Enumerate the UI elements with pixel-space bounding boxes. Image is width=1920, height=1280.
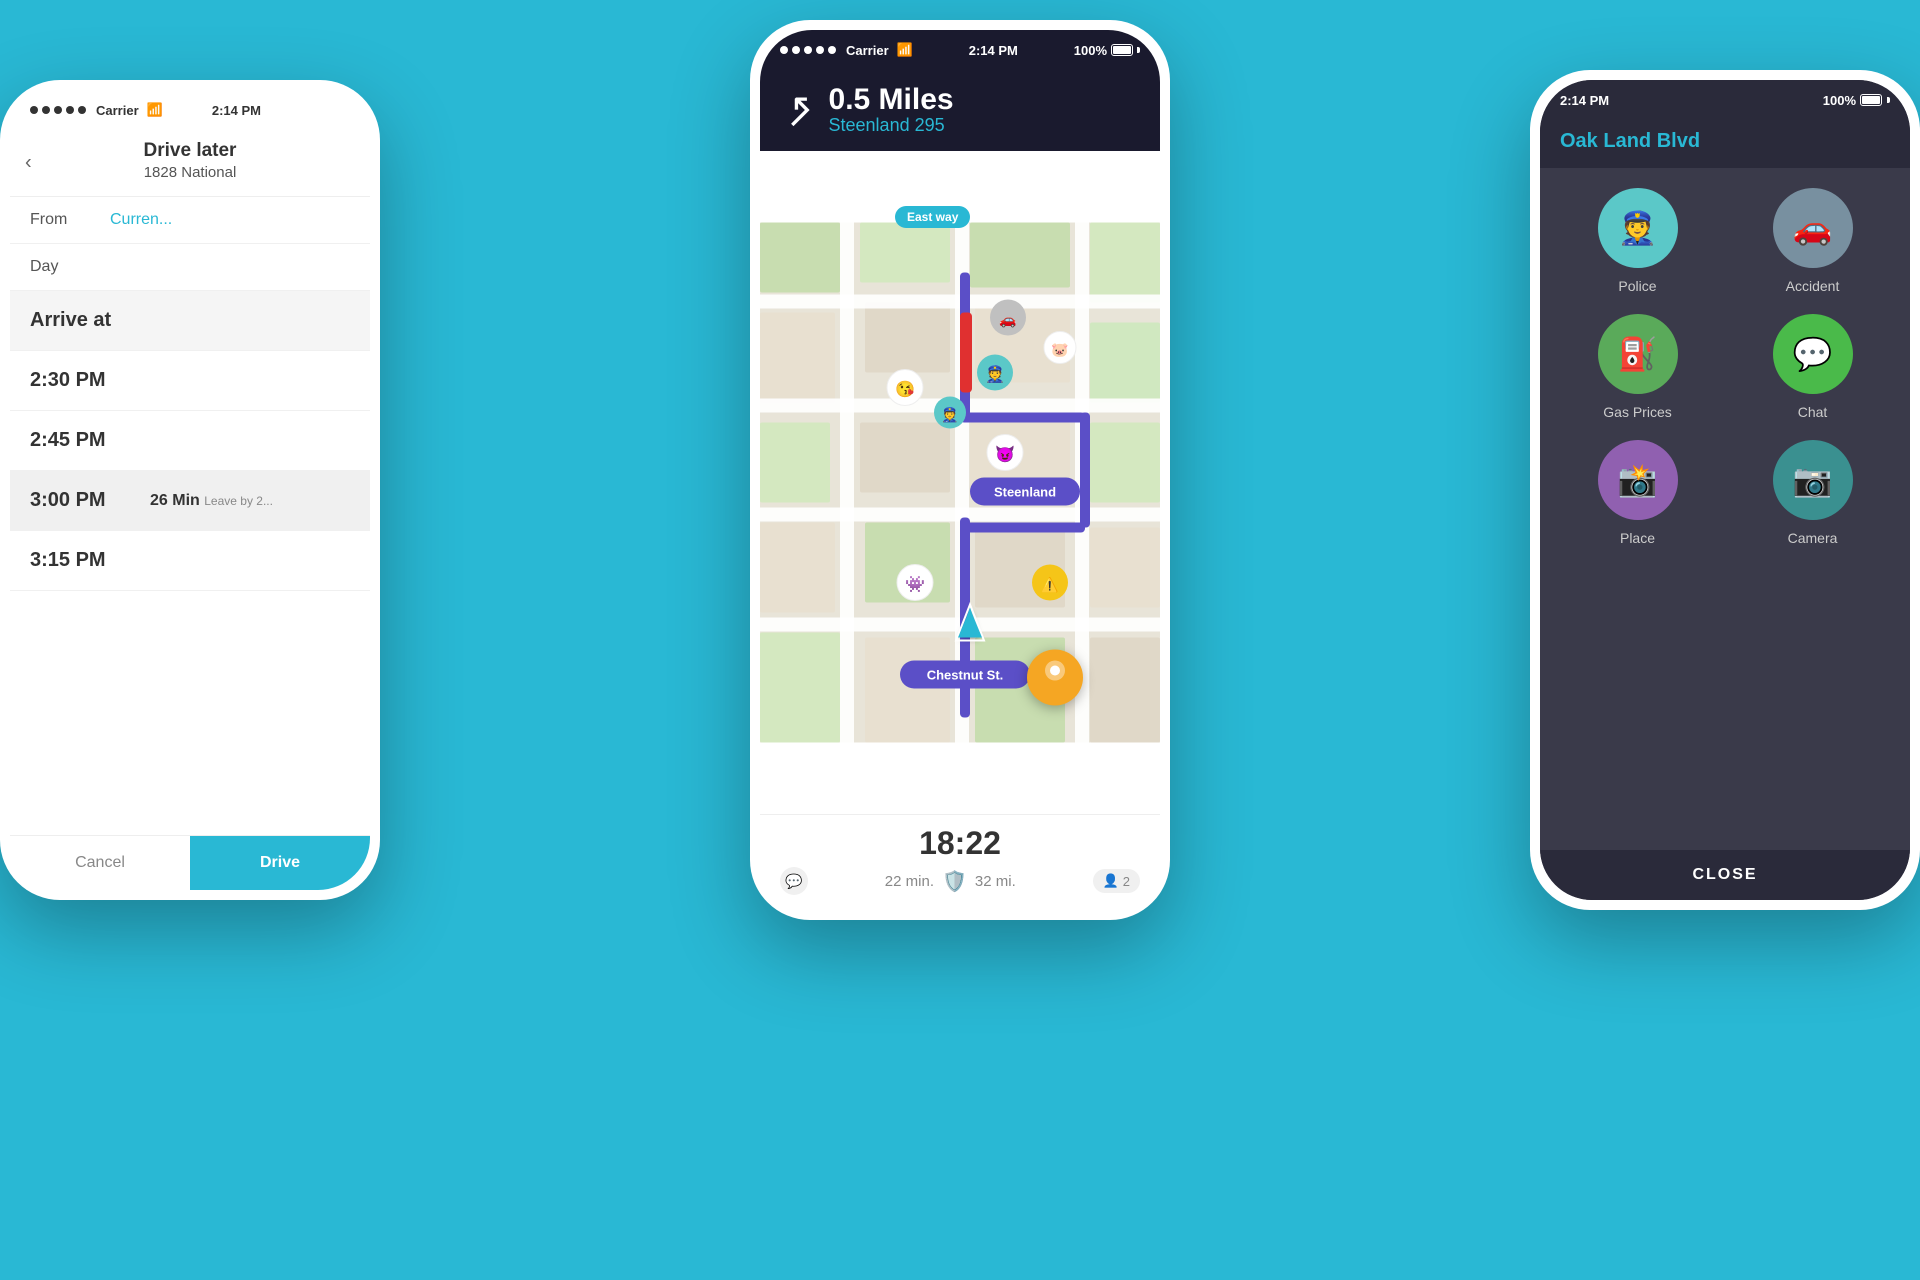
- from-value[interactable]: Curren...: [110, 211, 172, 229]
- time-center: 2:14 PM: [969, 43, 1018, 58]
- status-bar-center: Carrier 📶 2:14 PM 100%: [760, 30, 1160, 70]
- arrive-at-label: Arrive at: [30, 309, 150, 332]
- svg-text:👮: 👮: [985, 365, 1005, 384]
- map-svg: East way East way Steenland Chestnut St.…: [760, 151, 1160, 814]
- drive-later-title: Drive later: [30, 140, 350, 162]
- day-row[interactable]: Day: [10, 244, 370, 291]
- menu-item-gas[interactable]: ⛽ Gas Prices: [1560, 314, 1715, 420]
- accident-label: Accident: [1786, 278, 1840, 294]
- police-emoji: 👮: [1618, 209, 1658, 247]
- from-label: From: [30, 211, 110, 229]
- leave-by: Leave by 2...: [204, 494, 273, 508]
- carrier-center: Carrier: [846, 43, 889, 58]
- place-label: Place: [1620, 530, 1655, 546]
- carrier-label-left: Carrier: [96, 103, 139, 118]
- close-bar: CLOSE: [1540, 850, 1910, 900]
- time-315: 3:15 PM: [30, 549, 150, 572]
- svg-text:👾: 👾: [905, 576, 925, 594]
- east-way-label: East way: [895, 206, 970, 228]
- phone-center: Carrier 📶 2:14 PM 100% ↱ 0.5 Miles Steen…: [750, 20, 1170, 920]
- back-button[interactable]: ‹: [25, 152, 32, 175]
- svg-text:😘: 😘: [895, 381, 915, 399]
- persons-badge: 👤2: [1093, 869, 1140, 893]
- eta-minutes: 22 min.: [885, 873, 934, 890]
- menu-item-place[interactable]: 📸 Place: [1560, 440, 1715, 546]
- svg-text:Chestnut St.: Chestnut St.: [927, 668, 1004, 683]
- camera-label: Camera: [1788, 530, 1838, 546]
- gas-icon-circle: ⛽: [1598, 314, 1678, 394]
- nav-distance: 0.5 Miles: [829, 85, 954, 115]
- time-row-315[interactable]: 3:15 PM: [10, 531, 370, 591]
- signal-dots: [30, 106, 86, 114]
- menu-item-chat[interactable]: 💬 Chat: [1735, 314, 1890, 420]
- close-button[interactable]: CLOSE: [1556, 866, 1894, 884]
- eta-miles: 32 mi.: [975, 873, 1016, 890]
- from-row: From Curren...: [10, 197, 370, 244]
- time-245: 2:45 PM: [30, 429, 150, 452]
- address-subtitle: 1828 National: [30, 164, 350, 181]
- svg-text:Steenland: Steenland: [994, 485, 1056, 500]
- drive-button[interactable]: Drive: [190, 836, 370, 890]
- left-header: ‹ Drive later 1828 National: [10, 130, 370, 197]
- time-row-230[interactable]: 2:30 PM: [10, 351, 370, 411]
- status-bar-right: 2:14 PM 100%: [1540, 80, 1910, 120]
- accident-emoji: 🚗: [1793, 209, 1833, 247]
- svg-text:⚠️: ⚠️: [1041, 577, 1058, 594]
- battery-pct-right: 100%: [1823, 93, 1856, 108]
- menu-item-police[interactable]: 👮 Police: [1560, 188, 1715, 294]
- place-emoji: 📸: [1618, 461, 1658, 499]
- cancel-button[interactable]: Cancel: [10, 836, 190, 890]
- place-icon-circle: 📸: [1598, 440, 1678, 520]
- time-right: 2:14 PM: [1560, 93, 1609, 108]
- status-bar-left: Carrier 📶 2:14 PM: [10, 90, 370, 130]
- street-name: Oak Land Blvd: [1560, 130, 1890, 153]
- svg-text:👮: 👮: [941, 406, 958, 424]
- navigation-bar: ↱ 0.5 Miles Steenland 295: [760, 70, 1160, 151]
- travel-time: 26 Min: [150, 492, 200, 509]
- accident-icon-circle: 🚗: [1773, 188, 1853, 268]
- gas-label: Gas Prices: [1603, 404, 1671, 420]
- turn-arrow-icon: ↱: [769, 82, 825, 138]
- time-left: 2:14 PM: [212, 103, 261, 118]
- time-230: 2:30 PM: [30, 369, 150, 392]
- time-300: 3:00 PM: [30, 489, 150, 512]
- center-bottom-bar: 18:22 💬 22 min. 🛡️ 32 mi. 👤2: [760, 814, 1160, 910]
- chat-icon[interactable]: 💬: [780, 867, 808, 895]
- menu-item-accident[interactable]: 🚗 Accident: [1735, 188, 1890, 294]
- svg-text:🐷: 🐷: [1051, 342, 1068, 359]
- action-bar-left: Cancel Drive: [10, 835, 370, 890]
- time-row-300[interactable]: 3:00 PM 26 Min Leave by 2...: [10, 471, 370, 531]
- gas-emoji: ⛽: [1618, 335, 1658, 373]
- chat-emoji: 💬: [1793, 335, 1833, 373]
- time-row-245[interactable]: 2:45 PM: [10, 411, 370, 471]
- chat-icon-circle: 💬: [1773, 314, 1853, 394]
- phone-left: Carrier 📶 2:14 PM ‹ Drive later 1828 Nat…: [0, 80, 380, 900]
- arrive-at-row: Arrive at: [10, 291, 370, 351]
- day-label: Day: [30, 258, 110, 276]
- waze-logo-icon: 🛡️: [942, 869, 967, 894]
- eta-time: 18:22: [780, 825, 1140, 862]
- battery-pct-center: 100%: [1074, 43, 1107, 58]
- menu-grid: 👮 Police 🚗 Accident ⛽ Gas Prices: [1540, 168, 1910, 850]
- camera-icon-circle: 📷: [1773, 440, 1853, 520]
- svg-text:🚗: 🚗: [999, 312, 1016, 329]
- wifi-icon-left: 📶: [147, 102, 163, 118]
- police-label: Police: [1618, 278, 1656, 294]
- svg-text:😈: 😈: [995, 446, 1015, 464]
- map-area[interactable]: East way East way Steenland Chestnut St.…: [760, 151, 1160, 814]
- nav-street: Steenland 295: [829, 115, 954, 136]
- phone-right: 2:14 PM 100% Oak Land Blvd 👮 Police: [1530, 70, 1920, 910]
- chat-label: Chat: [1798, 404, 1828, 420]
- police-icon-circle: 👮: [1598, 188, 1678, 268]
- menu-item-camera[interactable]: 📷 Camera: [1735, 440, 1890, 546]
- street-header-right: Oak Land Blvd: [1540, 120, 1910, 168]
- wifi-icon-center: 📶: [897, 42, 913, 58]
- camera-emoji: 📷: [1793, 461, 1833, 499]
